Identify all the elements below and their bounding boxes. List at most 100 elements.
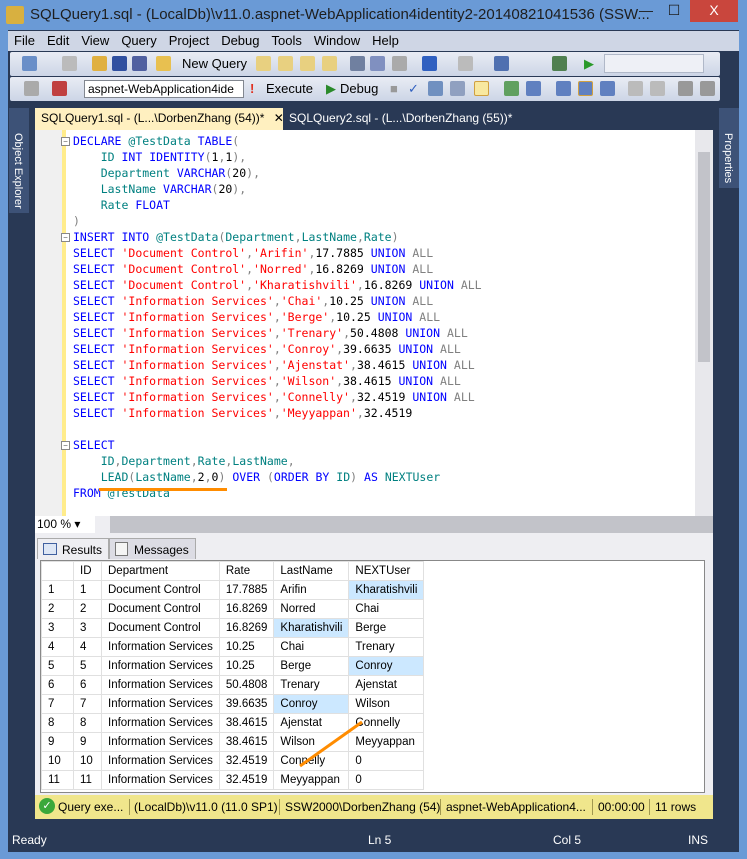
table-cell[interactable]: Connelly <box>273 751 350 771</box>
row-number[interactable]: 5 <box>41 656 74 676</box>
column-header[interactable] <box>41 561 74 581</box>
menu-edit[interactable]: Edit <box>41 31 75 48</box>
table-cell[interactable]: Arifin <box>273 580 350 600</box>
menu-tools[interactable]: Tools <box>266 31 308 48</box>
save-all-icon[interactable] <box>132 56 147 71</box>
table-cell[interactable]: 2 <box>73 599 102 619</box>
table-row[interactable]: 3 3 Document Control 16.8269 Kharatishvili Be… <box>41 618 425 638</box>
minimize-button[interactable]: — <box>632 0 660 22</box>
table-cell[interactable]: Information Services <box>101 713 220 733</box>
activity-monitor-icon[interactable] <box>552 56 567 71</box>
results-grid[interactable]: ID Department Rate LastName NEXTUser 1 1 Docume… <box>40 560 705 793</box>
debug-button[interactable]: Debug <box>340 81 378 96</box>
menu-project[interactable]: Project <box>163 31 215 48</box>
table-row[interactable]: 1 1 Document Control 17.7885 Arifin Kharatish… <box>41 580 425 600</box>
table-cell[interactable]: 6 <box>73 675 102 695</box>
disconnect-icon[interactable] <box>52 81 67 96</box>
table-cell[interactable]: Wilson <box>348 694 425 714</box>
copy-icon[interactable] <box>370 56 385 71</box>
undo-icon[interactable] <box>422 56 437 71</box>
table-cell[interactable]: 10.25 <box>218 656 275 676</box>
menu-help[interactable]: Help <box>366 31 405 48</box>
comment-icon[interactable] <box>628 81 643 96</box>
row-number[interactable]: 7 <box>41 694 74 714</box>
row-number[interactable]: 2 <box>41 599 74 619</box>
navigate-icon[interactable] <box>494 56 509 71</box>
table-cell[interactable]: Information Services <box>101 770 220 790</box>
table-cell[interactable]: Information Services <box>101 637 220 657</box>
table-cell[interactable]: 9 <box>73 732 102 752</box>
table-cell[interactable]: Trenary <box>348 637 425 657</box>
table-cell[interactable]: Document Control <box>101 580 220 600</box>
maximize-button[interactable]: ☐ <box>660 0 688 22</box>
collapse-icon[interactable]: − <box>61 233 70 242</box>
menu-window[interactable]: Window <box>308 31 366 48</box>
table-cell[interactable]: 32.4519 <box>218 751 275 771</box>
table-row[interactable]: 7 7 Information Services 39.6635 Conroy Wilso… <box>41 694 425 714</box>
table-cell[interactable]: Kharatishvili <box>273 618 350 638</box>
table-cell[interactable]: 50.4808 <box>218 675 275 695</box>
table-cell[interactable]: Kharatishvili <box>348 580 425 600</box>
table-cell[interactable]: 5 <box>73 656 102 676</box>
tab-results[interactable]: Results <box>37 538 110 559</box>
table-cell[interactable]: 11 <box>73 770 102 790</box>
row-number[interactable]: 10 <box>41 751 74 771</box>
table-row[interactable]: 11 11 Information Services 32.4519 Meyyappan… <box>41 770 425 790</box>
mdx-query-icon[interactable] <box>278 56 293 71</box>
table-cell[interactable]: Ajenstat <box>348 675 425 695</box>
table-cell[interactable]: 38.4615 <box>218 713 275 733</box>
save-icon[interactable] <box>112 56 127 71</box>
increase-indent-icon[interactable] <box>700 81 715 96</box>
database-dropdown[interactable]: aspnet-WebApplication4ide <box>84 80 244 98</box>
table-row[interactable]: 10 10 Information Services 32.4519 Connelly 0 <box>41 751 425 771</box>
menu-file[interactable]: File <box>8 31 41 48</box>
table-cell[interactable]: Conroy <box>273 694 350 714</box>
table-cell[interactable]: 10 <box>73 751 102 771</box>
properties-tab[interactable]: Properties <box>719 108 739 188</box>
table-cell[interactable]: Berge <box>273 656 350 676</box>
column-header[interactable]: LastName <box>273 561 350 581</box>
redo-icon[interactable] <box>458 56 473 71</box>
table-cell[interactable]: Wilson <box>273 732 350 752</box>
start-icon[interactable]: ▶ <box>584 56 594 72</box>
table-cell[interactable]: 32.4519 <box>218 770 275 790</box>
tab-messages[interactable]: Messages <box>109 538 196 559</box>
table-cell[interactable]: 8 <box>73 713 102 733</box>
menu-query[interactable]: Query <box>115 31 162 48</box>
tab-sqlquery1[interactable]: SQLQuery1.sql - (L...\DorbenZhang (54))*… <box>35 108 284 130</box>
table-cell[interactable]: Document Control <box>101 618 220 638</box>
table-cell[interactable]: Information Services <box>101 751 220 771</box>
table-cell[interactable]: Document Control <box>101 599 220 619</box>
table-row[interactable]: 4 4 Information Services 10.25 Chai Trenary <box>41 637 425 657</box>
table-row[interactable]: 8 8 Information Services 38.4615 Ajenstat Con… <box>41 713 425 733</box>
menu-view[interactable]: View <box>75 31 115 48</box>
table-cell[interactable]: 16.8269 <box>218 618 275 638</box>
open-file-icon[interactable] <box>92 56 107 71</box>
menu-debug[interactable]: Debug <box>215 31 265 48</box>
table-cell[interactable]: 3 <box>73 618 102 638</box>
object-explorer-tab[interactable]: Object Explorer <box>9 108 29 213</box>
table-cell[interactable]: Information Services <box>101 732 220 752</box>
table-cell[interactable]: 38.4615 <box>218 732 275 752</box>
row-number[interactable]: 6 <box>41 675 74 695</box>
collapse-icon[interactable]: − <box>61 441 70 450</box>
add-item-icon[interactable] <box>62 56 77 71</box>
table-cell[interactable]: 16.8269 <box>218 599 275 619</box>
table-cell[interactable]: 0 <box>348 751 425 771</box>
table-cell[interactable]: 17.7885 <box>218 580 275 600</box>
row-number[interactable]: 9 <box>41 732 74 752</box>
query-editor[interactable]: − − − DECLARE @TestData TABLE( ID INT ID… <box>35 130 713 516</box>
table-cell[interactable]: Chai <box>273 637 350 657</box>
decrease-indent-icon[interactable] <box>678 81 693 96</box>
table-cell[interactable]: 0 <box>348 770 425 790</box>
column-header[interactable]: ID <box>73 561 102 581</box>
solution-config-dropdown[interactable] <box>604 54 704 73</box>
results-to-grid-icon[interactable] <box>578 81 593 96</box>
column-header[interactable]: Department <box>101 561 220 581</box>
close-button[interactable]: X <box>690 0 738 22</box>
new-query-button[interactable]: New Query <box>182 56 247 71</box>
table-cell[interactable]: Connelly <box>348 713 425 733</box>
table-cell[interactable]: Information Services <box>101 656 220 676</box>
dmx-query-icon[interactable] <box>300 56 315 71</box>
table-cell[interactable]: Berge <box>348 618 425 638</box>
